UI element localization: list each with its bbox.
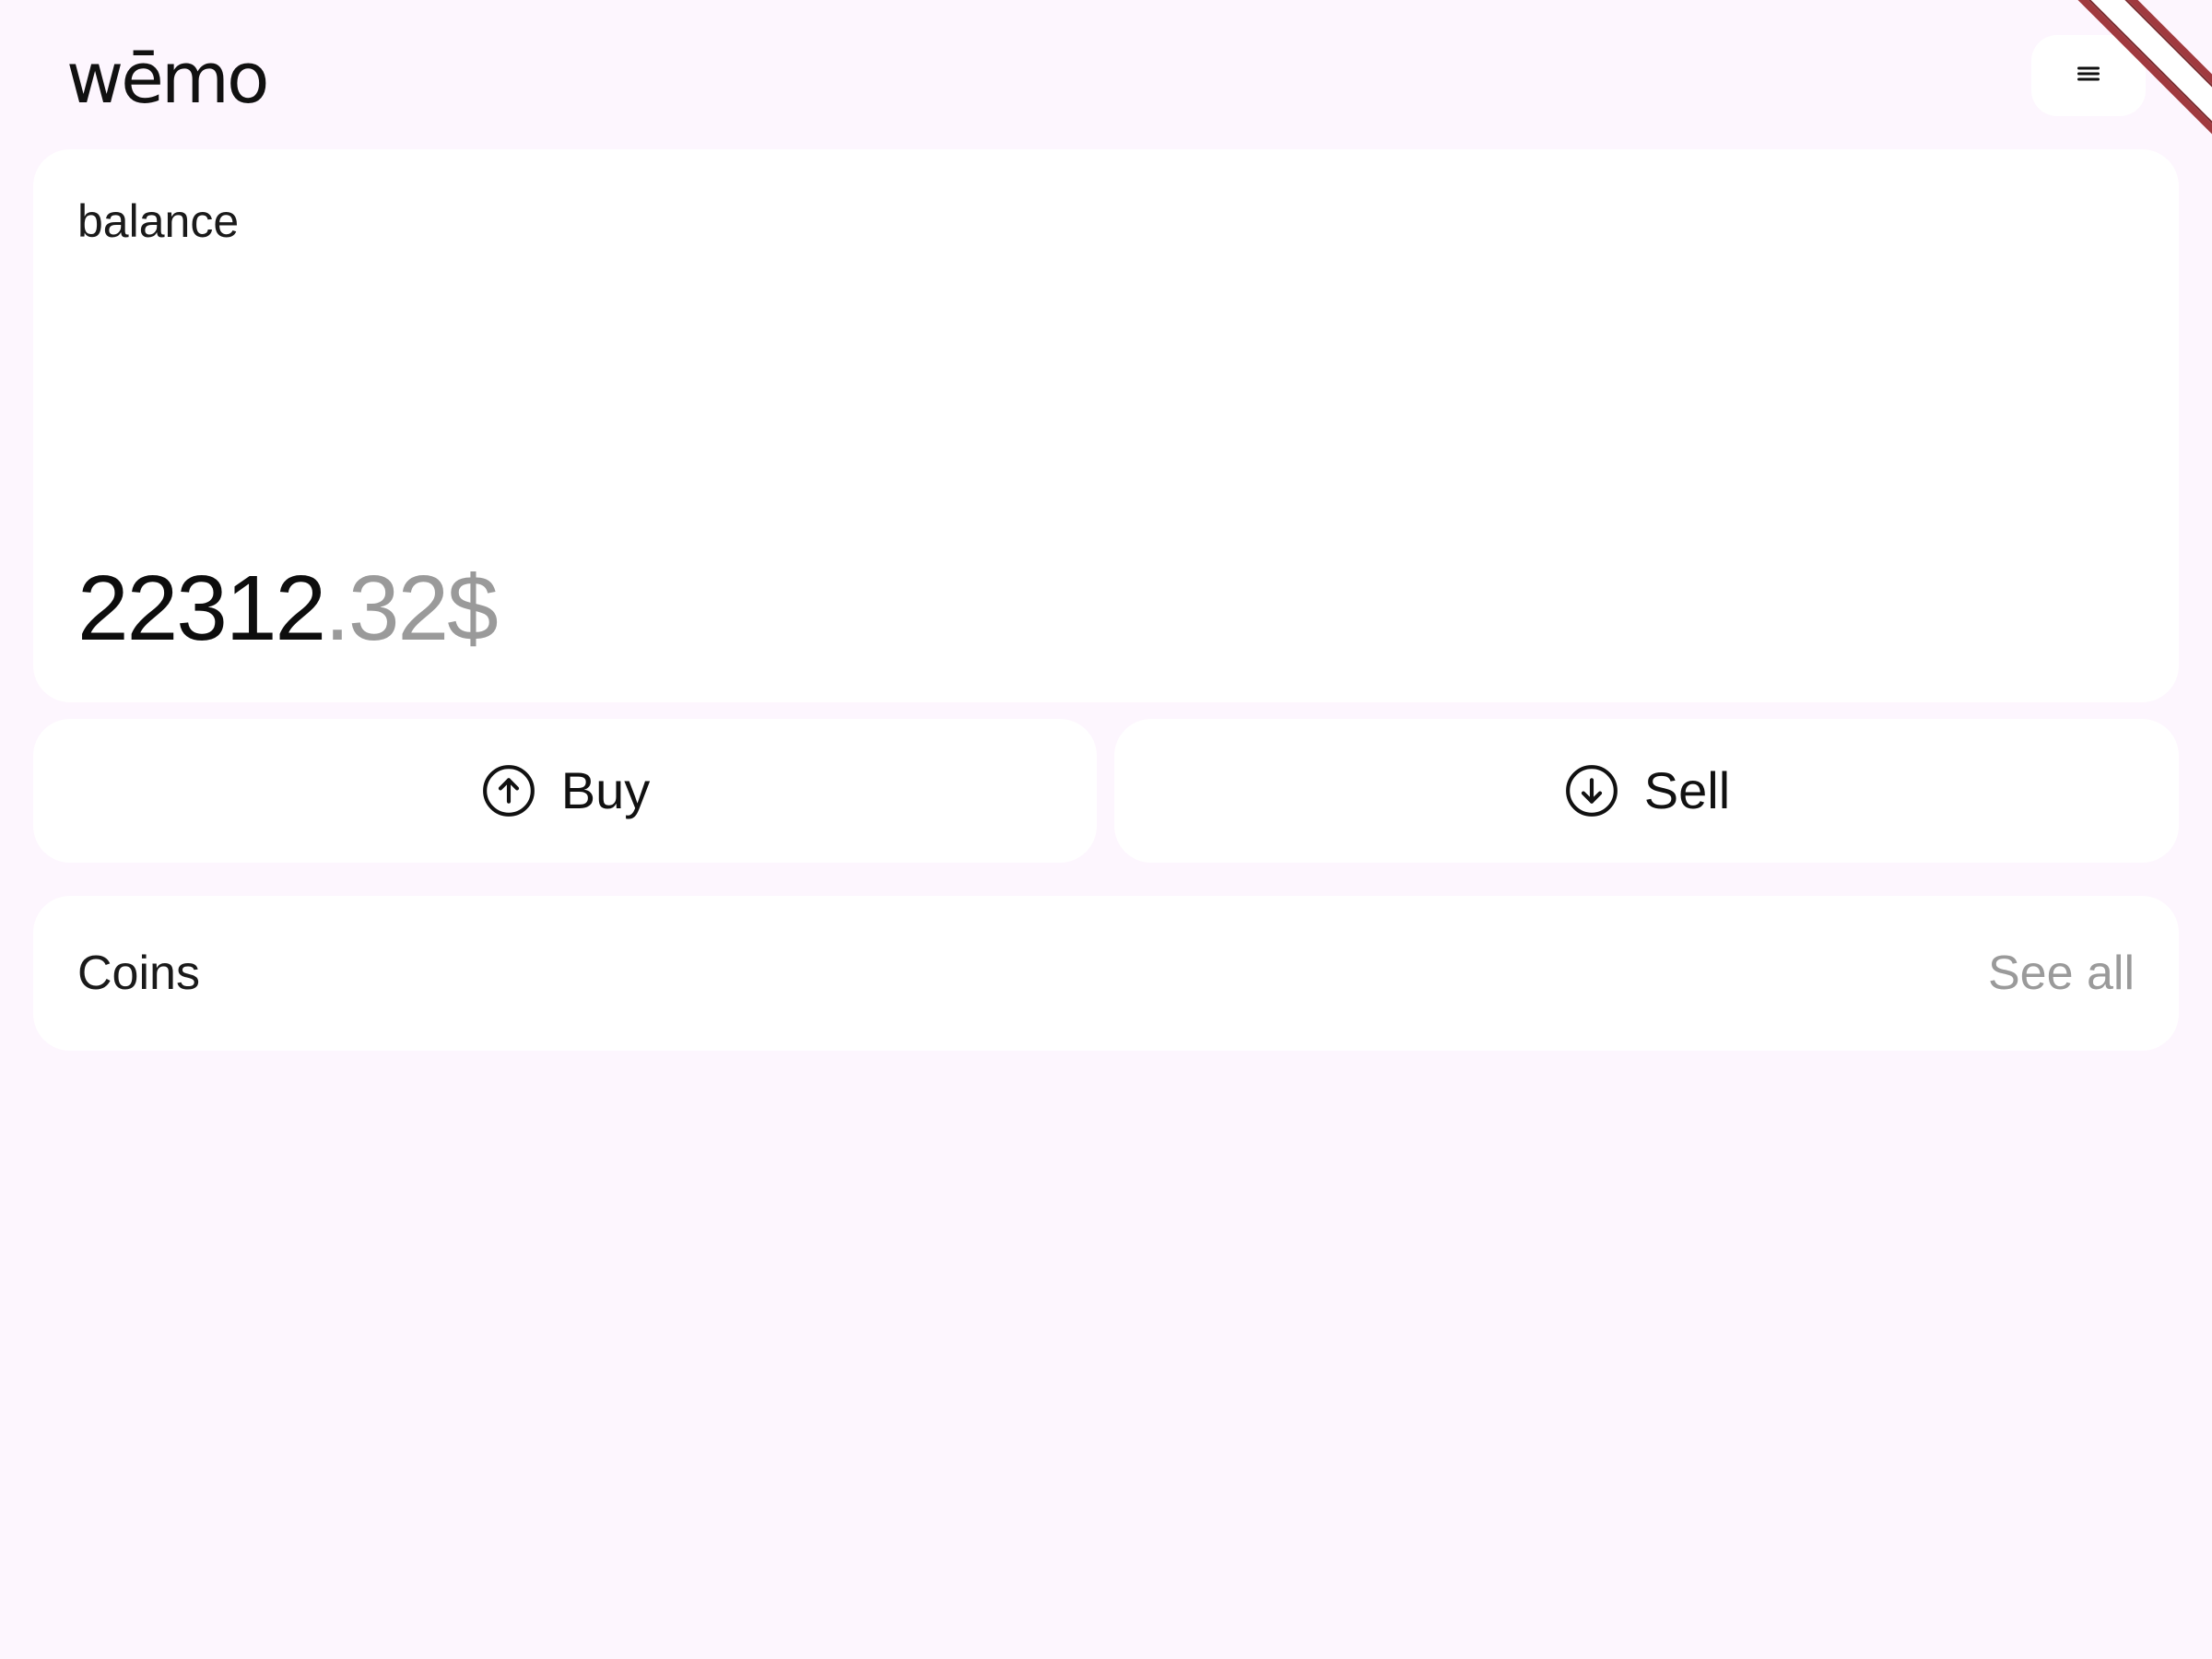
balance-label: balance (77, 195, 240, 247)
arrow-down-circle-icon (1563, 762, 1620, 819)
see-all-link[interactable]: See all (1988, 946, 2135, 1001)
balance-decimal: .32$ (324, 557, 499, 660)
hamburger-menu-icon (2072, 57, 2105, 95)
coins-title: Coins (77, 947, 200, 1000)
app-root: wēmo balance 22312.32$ Buy Sell Coins Se… (0, 0, 2212, 1659)
balance-integer: 22312 (77, 557, 326, 660)
buy-button[interactable]: Buy (33, 719, 1097, 863)
menu-button[interactable] (2031, 35, 2146, 116)
buy-label: Buy (560, 761, 651, 819)
wemo-logo[interactable]: wēmo (66, 28, 269, 129)
balance-amount: 22312.32$ (77, 553, 499, 664)
coins-card: Coins See all (33, 896, 2179, 1051)
sell-button[interactable]: Sell (1114, 719, 2179, 863)
arrow-up-circle-icon (480, 762, 537, 819)
header: wēmo (0, 0, 2212, 147)
sell-label: Sell (1643, 761, 1731, 819)
